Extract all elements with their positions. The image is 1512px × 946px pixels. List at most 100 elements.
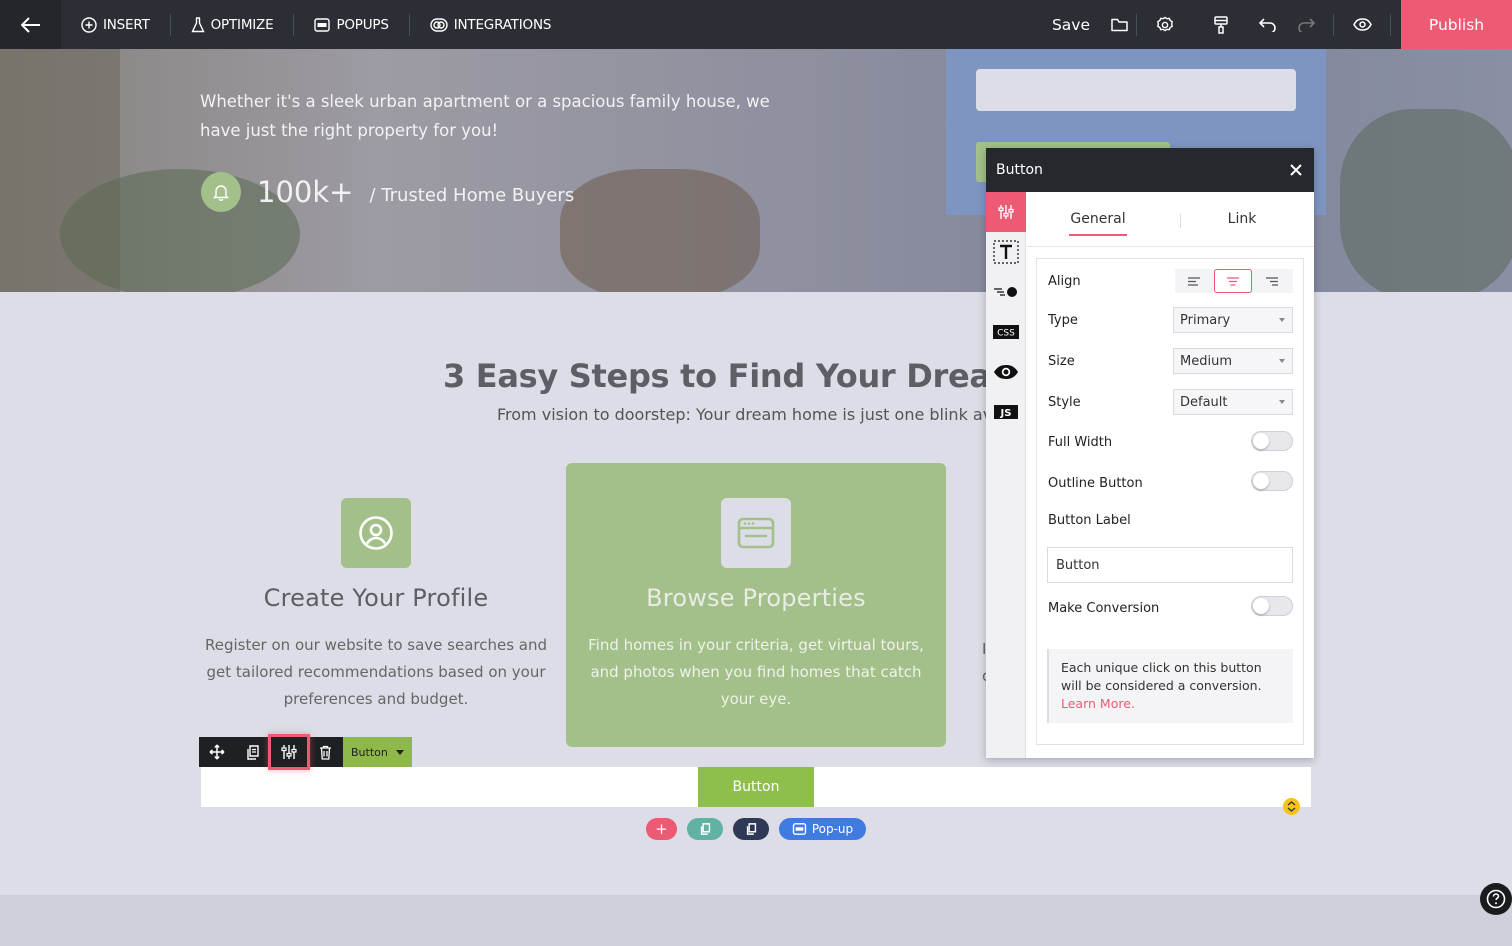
sidebar-item-typography[interactable]	[986, 232, 1026, 272]
sliders-icon	[998, 205, 1014, 219]
add-global-block-button[interactable]	[733, 818, 769, 840]
add-popup-button[interactable]: Pop-up	[779, 818, 866, 840]
paint-brush-icon	[1214, 15, 1228, 34]
button-label-input[interactable]	[1047, 547, 1293, 583]
sidebar-item-css[interactable]: CSS	[986, 312, 1026, 352]
button-label-label: Button Label	[1048, 513, 1131, 528]
align-left-button[interactable]	[1175, 269, 1212, 293]
footer-section	[0, 895, 1512, 946]
save-button[interactable]: Save	[1052, 16, 1102, 34]
hero-background-shape	[560, 169, 760, 292]
caret-down-icon	[1279, 359, 1285, 363]
learn-more-link[interactable]: Learn More.	[1061, 696, 1135, 711]
move-arrows-icon	[209, 744, 225, 760]
caret-down-icon	[395, 749, 404, 755]
full-width-toggle[interactable]	[1251, 431, 1293, 451]
popups-menu[interactable]: POPUPS	[294, 0, 408, 49]
sidebar-item-settings[interactable]	[986, 192, 1026, 232]
steps-subheading[interactable]: From vision to doorstep: Your dream home…	[497, 405, 992, 424]
step-card-browse[interactable]: Browse Properties Find homes in your cri…	[566, 463, 946, 747]
insert-menu[interactable]: INSERT	[61, 0, 170, 49]
sidebar-item-visibility[interactable]	[986, 352, 1026, 392]
step-card-title: Create Your Profile	[263, 584, 489, 612]
email-field[interactable]	[976, 69, 1296, 111]
delete-button[interactable]	[307, 737, 343, 767]
gear-icon	[1157, 16, 1173, 31]
size-select[interactable]: Medium	[1173, 348, 1293, 374]
help-button[interactable]	[1480, 883, 1512, 915]
add-row-button[interactable]	[687, 818, 723, 840]
caret-down-icon	[1279, 318, 1285, 322]
steps-heading[interactable]: 3 Easy Steps to Find Your Dream H	[443, 357, 1061, 395]
integrations-menu[interactable]: INTEGRATIONS	[410, 0, 571, 49]
user-circle-icon	[359, 516, 393, 550]
window-icon	[792, 823, 807, 835]
element-type-label: Button	[351, 745, 388, 759]
style-select[interactable]: Default	[1173, 389, 1293, 415]
redo-button[interactable]	[1287, 0, 1325, 49]
flask-icon	[191, 16, 205, 32]
back-button[interactable]	[0, 0, 61, 49]
align-right-button[interactable]	[1254, 269, 1291, 293]
svg-text:CSS: CSS	[997, 329, 1015, 339]
top-toolbar: INSERT OPTIMIZE POPUPS INTEGRATIONS Save	[0, 0, 1512, 49]
browser-window-icon	[737, 517, 775, 549]
tab-link[interactable]: Link	[1170, 192, 1314, 246]
insert-label: INSERT	[103, 16, 150, 33]
popup-label: Pop-up	[811, 822, 854, 836]
bell-badge	[201, 172, 241, 212]
resize-handle[interactable]	[1283, 798, 1300, 815]
folder-icon	[1110, 18, 1128, 31]
copy-icon	[700, 823, 710, 835]
integrations-label: INTEGRATIONS	[453, 16, 552, 33]
size-label: Size	[1048, 354, 1075, 369]
align-center-button[interactable]	[1214, 269, 1252, 293]
canvas-button[interactable]: Button	[698, 767, 814, 807]
style-select-value: Default	[1180, 394, 1228, 410]
add-section-button[interactable]: +	[646, 818, 677, 840]
step-card-profile[interactable]: Create Your Profile Register on our webs…	[186, 463, 566, 747]
close-icon[interactable]	[1290, 164, 1302, 176]
type-select[interactable]: Primary	[1173, 307, 1293, 333]
question-circle-icon	[1486, 889, 1506, 909]
hero-description[interactable]: Whether it's a sleek urban apartment or …	[200, 87, 800, 145]
outline-button-toggle[interactable]	[1251, 471, 1293, 491]
element-type-dropdown[interactable]: Button	[343, 737, 412, 767]
arrow-left-icon	[20, 16, 40, 33]
preview-button[interactable]	[1334, 0, 1390, 49]
undo-button[interactable]	[1249, 0, 1287, 49]
caret-down-icon	[1279, 400, 1285, 404]
button-settings-panel: Button CSS JS General Link Align Type Pr…	[986, 148, 1314, 758]
align-control	[1175, 269, 1293, 293]
divider	[1390, 13, 1391, 36]
bell-icon	[213, 185, 229, 201]
make-conversion-toggle[interactable]	[1251, 596, 1293, 616]
outline-button-label: Outline Button	[1048, 476, 1143, 491]
stat-number: 100k+	[257, 175, 354, 209]
duplicate-button[interactable]	[235, 737, 271, 767]
panel-tabs: General Link	[1026, 192, 1314, 247]
move-handle[interactable]	[199, 737, 235, 767]
full-width-label: Full Width	[1048, 435, 1113, 450]
format-painter-button[interactable]	[1193, 0, 1249, 49]
text-box-icon	[993, 240, 1019, 264]
publish-button[interactable]: Publish	[1401, 0, 1512, 49]
step-card-title: Browse Properties	[646, 584, 866, 612]
settings-button[interactable]	[1137, 0, 1193, 49]
align-left-icon	[1187, 276, 1200, 286]
folder-button[interactable]	[1102, 0, 1136, 49]
stat-label: / Trusted Home Buyers	[369, 184, 575, 206]
tab-general[interactable]: General	[1026, 192, 1170, 246]
panel-sidebar: CSS JS	[986, 192, 1026, 758]
eye-icon	[994, 365, 1018, 379]
align-label: Align	[1048, 274, 1081, 289]
hero-stat[interactable]: 100k+ / Trusted Home Buyers	[201, 172, 574, 212]
sidebar-item-javascript[interactable]: JS	[986, 392, 1026, 432]
optimize-menu[interactable]: OPTIMIZE	[171, 0, 294, 49]
trash-icon	[319, 745, 331, 760]
optimize-label: OPTIMIZE	[210, 16, 274, 33]
element-settings-button[interactable]	[271, 737, 307, 767]
sidebar-item-animation[interactable]	[986, 272, 1026, 312]
js-icon: JS	[994, 405, 1018, 419]
css-icon: CSS	[993, 325, 1019, 339]
